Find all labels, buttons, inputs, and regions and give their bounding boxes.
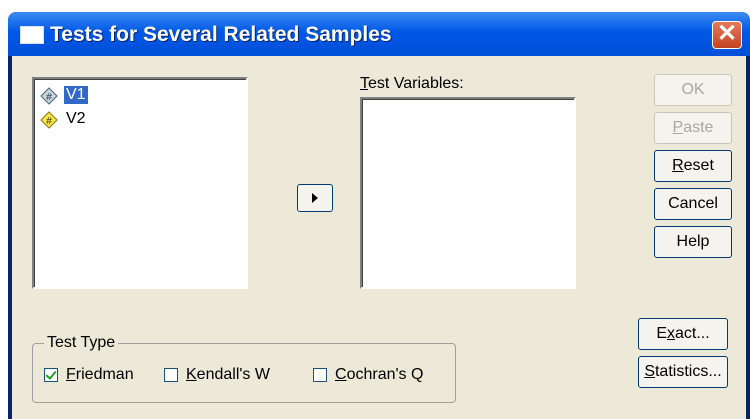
- reset-button[interactable]: Reset: [654, 150, 732, 182]
- checkbox-label: Cochran's Q: [335, 366, 424, 383]
- test-variables-label: Test Variables:: [360, 75, 464, 92]
- scale-diamond-icon: #: [40, 87, 58, 105]
- source-variable-list[interactable]: # V1 # V2: [32, 77, 248, 289]
- close-button[interactable]: ✕: [712, 21, 742, 49]
- ok-button[interactable]: OK: [654, 74, 732, 106]
- svg-text:#: #: [46, 116, 52, 127]
- checkbox-checked-icon[interactable]: [44, 368, 58, 382]
- test-type-title: Test Type: [44, 334, 119, 352]
- checkbox-label: Kendall's W: [186, 366, 270, 383]
- variable-label: V2: [66, 110, 86, 127]
- checkbox-icon[interactable]: [164, 368, 178, 382]
- checkbox-icon[interactable]: [313, 368, 327, 382]
- window-icon: [20, 26, 44, 44]
- variable-label: V1: [64, 86, 88, 104]
- svg-text:#: #: [46, 92, 52, 103]
- checkbox-label: Friedman: [66, 366, 134, 383]
- dialog-body: # V1 # V2 Test Variables: OK Paste Reset…: [12, 56, 746, 419]
- dialog-window: Tests for Several Related Samples ✕ # V1…: [8, 12, 750, 419]
- nominal-diamond-icon: #: [40, 111, 58, 129]
- window-title: Tests for Several Related Samples: [50, 23, 392, 46]
- test-variables-list[interactable]: [360, 97, 576, 289]
- exact-button[interactable]: Exact...: [638, 318, 728, 350]
- paste-button[interactable]: Paste: [654, 112, 732, 144]
- statistics-button[interactable]: Statistics...: [638, 356, 728, 388]
- help-button[interactable]: Help: [654, 226, 732, 258]
- arrow-right-icon: [312, 193, 318, 203]
- title-bar[interactable]: Tests for Several Related Samples ✕: [8, 12, 750, 56]
- move-right-button[interactable]: [297, 184, 333, 212]
- cancel-button[interactable]: Cancel: [654, 188, 732, 220]
